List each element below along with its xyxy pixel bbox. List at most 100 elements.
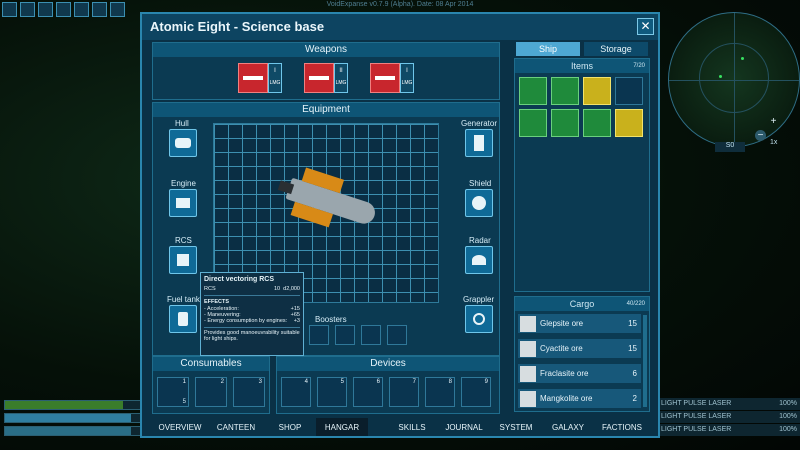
device-slot[interactable]: 4: [281, 377, 311, 407]
tooltip-stat-price: d2,000: [283, 286, 300, 292]
device-slot[interactable]: 7: [389, 377, 419, 407]
slot-shield[interactable]: [465, 189, 493, 217]
consumables-header: Consumables: [153, 357, 269, 371]
consumables-panel: Consumables 15 2 3: [152, 356, 270, 414]
weapon-slot[interactable]: I LMG: [238, 63, 282, 93]
slot-radar[interactable]: [465, 246, 493, 274]
toolbar-icon[interactable]: [2, 2, 17, 17]
consumable-slot[interactable]: 3: [233, 377, 265, 407]
weapons-header: Weapons: [153, 43, 499, 57]
tab-storage[interactable]: Storage: [584, 42, 648, 56]
ship-model: [268, 154, 394, 255]
window-title: Atomic Eight - Science base: [150, 19, 325, 34]
shield-icon: [472, 196, 486, 210]
inventory-item[interactable]: [519, 109, 547, 137]
toolbar-icon[interactable]: [92, 2, 107, 17]
items-grid: [515, 73, 649, 141]
grappler-icon: [473, 313, 485, 325]
consumable-slot[interactable]: 15: [157, 377, 189, 407]
close-button[interactable]: ✕: [637, 18, 654, 35]
slot-generator[interactable]: [465, 129, 493, 157]
tab-overview[interactable]: OVERVIEW: [152, 418, 208, 436]
cargo-row[interactable]: Mangkolite ore 2: [518, 389, 641, 408]
cargo-panel: Cargo 40/220 Glepsite ore 15 Cyactite ore…: [514, 296, 650, 412]
hull-bar: [4, 426, 154, 436]
slot-engine[interactable]: [169, 189, 197, 217]
slot-grappler-label: Grappler: [463, 295, 495, 304]
radar-blip: [741, 57, 744, 60]
equipment-header: Equipment: [153, 103, 499, 117]
toolbar-icon[interactable]: [38, 2, 53, 17]
tab-system[interactable]: SYSTEM: [490, 418, 542, 436]
weapon-slot[interactable]: I LMG: [370, 63, 414, 93]
tab-hangar[interactable]: HANGAR: [316, 418, 368, 436]
inventory-item[interactable]: [615, 109, 643, 137]
tab-galaxy[interactable]: GALAXY: [542, 418, 594, 436]
inventory-item[interactable]: [519, 77, 547, 105]
radar-map[interactable]: [668, 12, 800, 147]
tooltip-title: Direct vectoring RCS: [204, 276, 275, 283]
cargo-scrollbar[interactable]: [643, 315, 647, 407]
cargo-row[interactable]: Cyactite ore 15: [518, 339, 641, 358]
version-text: VoidExpanse v0.7.9 (Alpha). Date: 08 Apr…: [326, 1, 474, 8]
tab-ship[interactable]: Ship: [516, 42, 580, 56]
tab-skills[interactable]: SKILLS: [386, 418, 438, 436]
consumable-slot[interactable]: 2: [195, 377, 227, 407]
booster-slot[interactable]: [361, 325, 381, 345]
laser-icon: [375, 76, 395, 80]
booster-slot[interactable]: [335, 325, 355, 345]
generator-icon: [474, 135, 484, 151]
inventory-slot-empty[interactable]: [615, 77, 643, 105]
slot-hull-label: Hull: [175, 119, 189, 128]
cargo-row[interactable]: Glepsite ore 15: [518, 314, 641, 333]
inventory-item[interactable]: [551, 77, 579, 105]
cargo-count: 40/220: [626, 301, 645, 307]
tab-journal[interactable]: JOURNAL: [438, 418, 490, 436]
inventory-item[interactable]: [551, 109, 579, 137]
cargo-row[interactable]: Fraclasite ore 6: [518, 364, 641, 383]
toolbar-icon[interactable]: [74, 2, 89, 17]
device-slot[interactable]: 8: [425, 377, 455, 407]
slot-fuel-tank[interactable]: [169, 305, 197, 333]
tab-factions[interactable]: FACTIONS: [594, 418, 650, 436]
ore-icon: [520, 315, 536, 332]
close-icon: ✕: [640, 19, 651, 33]
device-slot[interactable]: 5: [317, 377, 347, 407]
device-slot[interactable]: 9: [461, 377, 491, 407]
laser-icon: [309, 76, 329, 80]
energy-bar: [4, 400, 154, 410]
weapon-hud-row: LIGHT PULSE LASER 100%: [658, 398, 800, 410]
radar-label: S0: [715, 142, 745, 152]
tab-shop[interactable]: SHOP: [264, 418, 316, 436]
device-slot[interactable]: 6: [353, 377, 383, 407]
weapon-slot[interactable]: II LMG: [304, 63, 348, 93]
booster-slot[interactable]: [309, 325, 329, 345]
devices-panel: Devices 4 5 6 7 8 9: [276, 356, 500, 414]
toolbar-icon[interactable]: [110, 2, 125, 17]
inventory-item[interactable]: [583, 109, 611, 137]
slot-shield-label: Shield: [469, 179, 492, 188]
zoom-in-button[interactable]: +: [768, 116, 779, 127]
ore-icon: [520, 365, 536, 382]
slot-hull[interactable]: [169, 129, 197, 157]
laser-icon: [243, 76, 263, 80]
weapon-hud: LIGHT PULSE LASER 100% LIGHT PULSE LASER 1…: [658, 398, 800, 437]
weapon-hud-row: LIGHT PULSE LASER 100%: [658, 424, 800, 436]
booster-slot[interactable]: [387, 325, 407, 345]
slot-grappler[interactable]: [465, 305, 493, 333]
toolbar-icon[interactable]: [20, 2, 35, 17]
zoom-level: 1x: [770, 139, 778, 146]
tab-canteen[interactable]: CANTEEN: [208, 418, 264, 436]
items-panel: Items 7/20: [514, 58, 650, 292]
fuel-tank-icon: [178, 312, 188, 326]
ore-icon: [520, 340, 536, 357]
slot-rcs-label: RCS: [175, 236, 192, 245]
toolbar-icon[interactable]: [56, 2, 71, 17]
hull-icon: [175, 138, 191, 148]
inventory-item[interactable]: [583, 77, 611, 105]
items-header: Items: [570, 61, 593, 71]
slot-rcs[interactable]: [169, 246, 197, 274]
weapons-panel: Weapons I LMG II LMG I LMG: [152, 42, 500, 100]
zoom-out-button[interactable]: −: [755, 130, 766, 141]
top-toolbar: [2, 2, 132, 18]
